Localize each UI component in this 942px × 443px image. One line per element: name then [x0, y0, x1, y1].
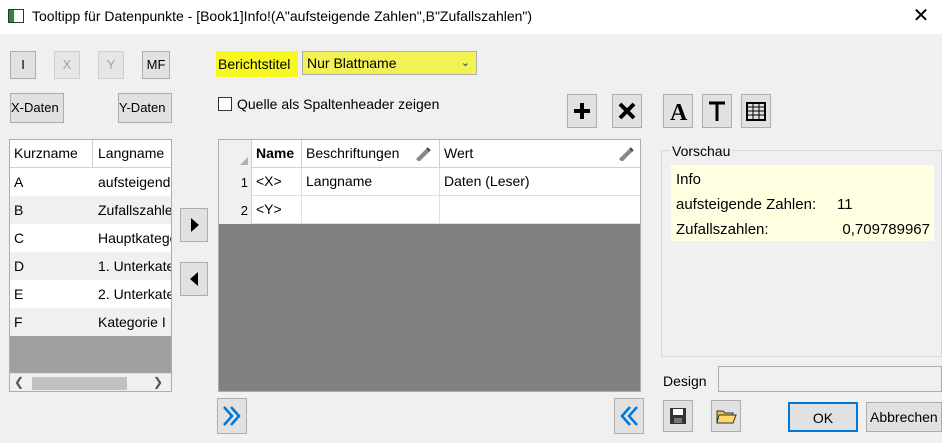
preview-tooltip: Info aufsteigende Zahlen: 11 Zufallszahl…	[671, 165, 934, 241]
x-data-button[interactable]: X-Daten	[10, 93, 64, 123]
list-item[interactable]: B Zufallszahlen	[10, 196, 171, 224]
preview-label: Vorschau	[670, 143, 733, 159]
grid-header: Name Beschriftungen Wert	[219, 140, 640, 168]
grid-row[interactable]: 2 <Y>	[219, 196, 640, 224]
edit-pen-icon[interactable]	[413, 145, 433, 161]
y-button[interactable]: Y	[98, 51, 124, 79]
move-right-button[interactable]	[180, 208, 208, 242]
list-item-long: aufsteigende Zahlen	[98, 174, 172, 190]
header-labels-text: Beschriftungen	[306, 145, 400, 161]
column-list-header: Kurzname Langname	[10, 140, 171, 168]
report-title-select[interactable]: Nur Blattname ⌄	[302, 51, 477, 75]
table-icon	[746, 102, 766, 121]
move-all-right-button[interactable]	[217, 398, 247, 434]
font-button[interactable]: A	[663, 94, 693, 128]
horizontal-scrollbar[interactable]: ❮ ❯	[10, 373, 171, 391]
close-icon[interactable]: ✕	[906, 2, 936, 30]
scroll-left-icon[interactable]: ❮	[14, 375, 24, 389]
add-row-button[interactable]	[567, 94, 597, 128]
list-item-long: 1. Unterkategorie	[98, 258, 171, 274]
header-labels[interactable]: Beschriftungen	[302, 140, 440, 168]
delete-icon	[618, 102, 636, 120]
list-item-short: E	[14, 286, 24, 302]
list-item-short: B	[14, 202, 24, 218]
preview-key: aufsteigende Zahlen:	[676, 196, 817, 213]
list-item-short: A	[14, 174, 24, 190]
cell-name[interactable]: <X>	[252, 168, 302, 196]
header-value[interactable]: Wert	[440, 140, 640, 168]
preview-key: Zufallszahlen:	[676, 221, 769, 238]
chevron-down-icon: ⌄	[460, 57, 470, 69]
triangle-left-icon	[190, 272, 198, 286]
preview-value: 11	[837, 196, 853, 213]
grid-corner[interactable]	[219, 140, 252, 168]
list-item-long: 2. Unterkategorie	[98, 286, 171, 302]
list-item-short: D	[14, 258, 25, 274]
scroll-right-icon[interactable]: ❯	[153, 375, 163, 389]
header-shortname[interactable]: Kurzname	[10, 140, 93, 168]
i-button[interactable]: I	[10, 51, 36, 79]
triangle-right-icon	[191, 218, 199, 232]
x-button[interactable]: X	[54, 51, 80, 79]
grid-row[interactable]: 1 <X> Langname Daten (Leser)	[219, 168, 640, 196]
save-icon	[670, 408, 686, 424]
list-item[interactable]: F Kategorie I	[10, 308, 171, 336]
preview-title: Info	[676, 171, 702, 188]
row-number: 1	[219, 168, 252, 196]
plus-icon	[574, 103, 590, 119]
open-button[interactable]	[711, 400, 741, 432]
source-header-checkbox[interactable]	[218, 97, 232, 111]
list-item[interactable]: D 1. Unterkategorie	[10, 252, 171, 280]
header-value-text: Wert	[444, 145, 474, 161]
y-data-button[interactable]: Y-Daten	[118, 93, 172, 123]
design-field[interactable]	[718, 366, 942, 392]
cell-value[interactable]	[440, 196, 640, 224]
title-bar: Tooltipp für Datenpunkte - [Book1]Info!(…	[0, 0, 942, 34]
report-title-value: Nur Blattname	[307, 55, 397, 71]
text-button[interactable]	[702, 94, 732, 128]
double-chevron-right-icon	[223, 406, 241, 426]
list-empty-area	[10, 336, 171, 373]
window-title: Tooltipp für Datenpunkte - [Book1]Info!(…	[32, 8, 533, 24]
list-item[interactable]: C Hauptkategorie	[10, 224, 171, 252]
scrollbar-thumb[interactable]	[32, 377, 127, 390]
mf-button[interactable]: MF	[142, 51, 170, 79]
source-header-label: Quelle als Spaltenheader zeigen	[237, 96, 440, 112]
list-item-short: F	[14, 314, 23, 330]
move-left-button[interactable]	[180, 262, 208, 296]
text-icon	[709, 101, 725, 121]
cell-value[interactable]: Daten (Leser)	[440, 168, 640, 196]
list-item-short: C	[14, 230, 25, 246]
move-all-left-button[interactable]	[614, 398, 644, 434]
delete-row-button[interactable]	[612, 94, 642, 128]
cancel-button[interactable]: Abbrechen	[866, 402, 942, 432]
list-item[interactable]: A aufsteigende Zahlen	[10, 168, 171, 196]
folder-open-icon	[716, 410, 737, 424]
row-number: 2	[219, 196, 252, 224]
table-button[interactable]	[741, 94, 771, 128]
edit-pen-icon[interactable]	[616, 145, 636, 161]
cell-labels[interactable]: Langname	[302, 168, 440, 196]
font-icon: A	[670, 100, 688, 126]
report-title-label: Berichtstitel	[218, 56, 291, 72]
save-button[interactable]	[663, 400, 693, 432]
column-list[interactable]: Kurzname Langname A aufsteigende Zahlen …	[9, 139, 172, 392]
list-item-long: Hauptkategorie	[98, 230, 171, 246]
double-chevron-left-icon	[620, 406, 638, 426]
design-label: Design	[663, 373, 707, 389]
ok-button[interactable]: OK	[788, 402, 858, 432]
tooltip-grid[interactable]: Name Beschriftungen Wert 1 <X> Langname …	[218, 139, 641, 392]
preview-value: 0,709789967	[842, 221, 930, 238]
list-item-long: Kategorie I	[98, 314, 166, 330]
header-longname[interactable]: Langname	[94, 140, 171, 168]
list-item-long: Zufallszahlen	[98, 202, 172, 218]
cell-labels[interactable]	[302, 196, 440, 224]
svg-text:A: A	[670, 100, 688, 126]
header-name[interactable]: Name	[252, 140, 302, 168]
list-item[interactable]: E 2. Unterkategorie	[10, 280, 171, 308]
cell-name[interactable]: <Y>	[252, 196, 302, 224]
app-icon	[8, 9, 24, 23]
